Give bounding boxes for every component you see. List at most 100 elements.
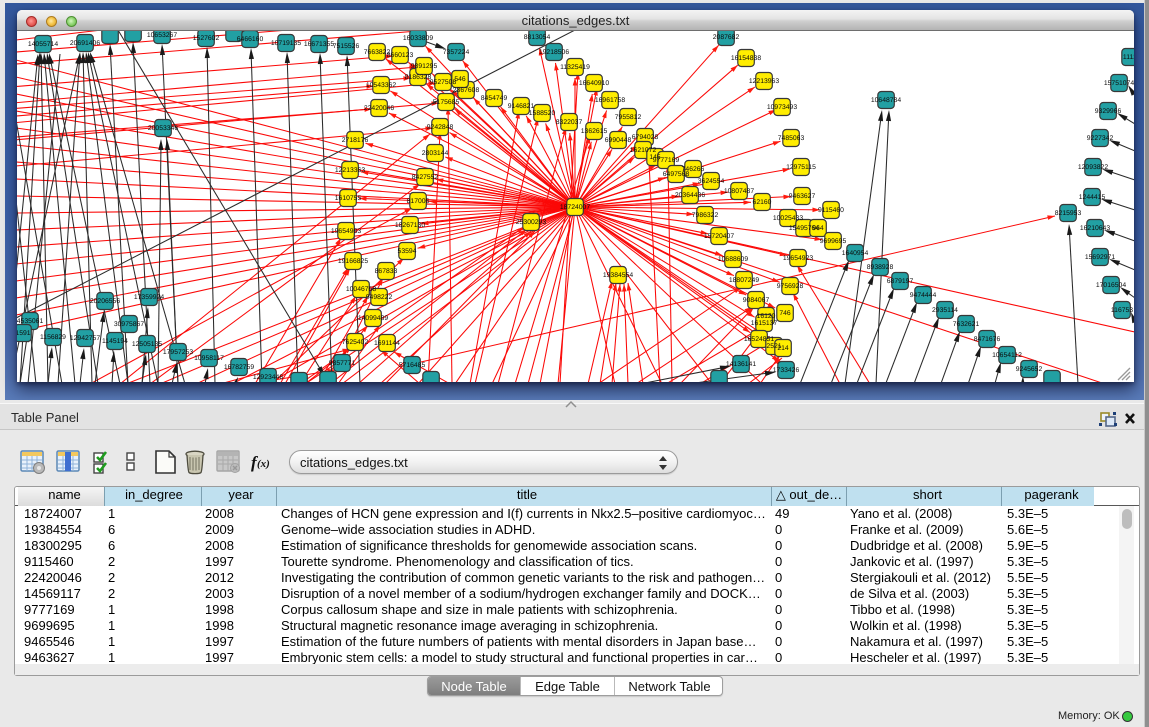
svg-text:11325419: 11325419 — [560, 64, 590, 71]
svg-text:2718176: 2718176 — [342, 137, 369, 144]
svg-text:18807249: 18807249 — [729, 277, 759, 284]
svg-text:20364436: 20364436 — [675, 192, 705, 199]
svg-text:9891295: 9891295 — [411, 63, 438, 70]
svg-text:7625402: 7625402 — [342, 339, 369, 346]
svg-text:15692971: 15692971 — [1085, 254, 1115, 261]
svg-text:16120: 16120 — [757, 313, 776, 320]
svg-text:19384554: 19384554 — [603, 272, 633, 279]
svg-text:17957253: 17957253 — [163, 349, 193, 356]
svg-text:2935114: 2935114 — [932, 307, 958, 314]
svg-text:1156829: 1156829 — [40, 334, 66, 341]
svg-text:10648784: 10648784 — [871, 97, 901, 104]
svg-text:7632621: 7632621 — [953, 321, 980, 328]
svg-text:12975115: 12975115 — [786, 164, 816, 171]
svg-text:16524851: 16524851 — [744, 336, 774, 343]
svg-text:8813054: 8813054 — [524, 34, 551, 41]
svg-text:12505135: 12505135 — [132, 341, 162, 348]
svg-text:9227342: 9227342 — [1087, 135, 1114, 142]
svg-text:16033809: 16033809 — [403, 35, 433, 42]
svg-text:8215953: 8215953 — [1055, 210, 1082, 217]
svg-text:1615137: 1615137 — [751, 320, 778, 327]
svg-text:19166825: 19166825 — [338, 258, 368, 265]
svg-text:30975867: 30975867 — [114, 321, 144, 328]
svg-text:6990448: 6990448 — [605, 137, 632, 144]
svg-text:1691144: 1691144 — [374, 340, 400, 347]
svg-text:8427552: 8427552 — [412, 174, 439, 181]
svg-text:7986322: 7986322 — [692, 212, 719, 219]
svg-text:10973493: 10973493 — [767, 104, 797, 111]
svg-text:16640910: 16640910 — [579, 80, 609, 87]
svg-text:(x): (x) — [257, 458, 270, 470]
svg-text:16671355: 16671355 — [304, 41, 334, 48]
svg-text:16961758: 16961758 — [595, 97, 625, 104]
svg-text:2367608: 2367608 — [453, 87, 480, 94]
svg-text:3624554: 3624554 — [698, 178, 725, 185]
svg-text:1527602: 1527602 — [193, 35, 220, 42]
svg-text:15720407: 15720407 — [704, 233, 734, 240]
svg-text:12213363: 12213363 — [335, 167, 365, 174]
svg-text:1244415: 1244415 — [1079, 194, 1106, 201]
svg-text:10543362: 10543362 — [366, 82, 396, 89]
svg-text:10958117: 10958117 — [194, 355, 224, 362]
svg-text:16782759: 16782759 — [224, 364, 254, 371]
svg-text:9699695: 9699695 — [820, 238, 847, 245]
svg-text:9115460: 9115460 — [818, 207, 844, 214]
svg-text:17016504: 17016504 — [1096, 282, 1126, 289]
svg-text:22420046: 22420046 — [364, 105, 394, 112]
svg-text:4535061: 4535061 — [17, 318, 43, 325]
svg-text:9245652: 9245652 — [1016, 366, 1043, 373]
svg-text:1610755: 1610755 — [335, 195, 362, 202]
svg-text:18724007: 18724007 — [560, 204, 590, 211]
svg-text:7955812: 7955812 — [615, 114, 642, 121]
svg-text:9242848: 9242848 — [427, 124, 454, 131]
svg-text:8454749: 8454749 — [481, 95, 508, 102]
svg-text:9777169: 9777169 — [653, 157, 680, 164]
svg-text:6879197: 6879197 — [887, 278, 914, 285]
svg-text:8471676: 8471676 — [974, 336, 1001, 343]
svg-text:8322037: 8322037 — [556, 119, 583, 126]
svg-text:9474444: 9474444 — [910, 292, 937, 299]
svg-text:10046768: 10046768 — [346, 286, 376, 293]
svg-text:6794028: 6794028 — [632, 134, 659, 141]
svg-text:20691406: 20691406 — [70, 40, 100, 47]
svg-text:1591: 1591 — [17, 330, 31, 337]
svg-text:17359924: 17359924 — [134, 294, 164, 301]
svg-text:1362615: 1362615 — [581, 128, 608, 135]
svg-text:19218506: 19218506 — [539, 49, 569, 56]
svg-text:1112: 1112 — [1123, 54, 1134, 61]
svg-text:1145194: 1145194 — [102, 338, 128, 345]
svg-text:9527508: 9527508 — [430, 79, 457, 86]
svg-text:9146821: 9146821 — [508, 103, 535, 110]
svg-text:10688609: 10688609 — [718, 256, 748, 263]
svg-text:2087682: 2087682 — [713, 34, 740, 41]
svg-text:25300293: 25300293 — [516, 219, 546, 226]
svg-text:7515526: 7515526 — [333, 43, 360, 50]
svg-text:2803144: 2803144 — [422, 150, 449, 157]
svg-text:10807487: 10807487 — [724, 188, 754, 195]
svg-text:15751074: 15751074 — [1104, 80, 1134, 87]
svg-text:1640954: 1640954 — [842, 250, 869, 257]
svg-text:16210643: 16210643 — [1080, 225, 1110, 232]
svg-text:9329966: 9329966 — [1095, 108, 1122, 115]
svg-text:8938928: 8938928 — [867, 264, 894, 271]
svg-text:14055714: 14055714 — [28, 41, 58, 48]
svg-text:9857771: 9857771 — [329, 360, 356, 367]
svg-text:1588520: 1588520 — [529, 110, 556, 117]
svg-text:10025433: 10025433 — [773, 215, 803, 222]
svg-text:9756928: 9756928 — [777, 283, 804, 290]
svg-text:10654112: 10654112 — [992, 352, 1022, 359]
svg-text:9498222: 9498222 — [366, 294, 393, 301]
svg-text:7485063: 7485063 — [778, 135, 805, 142]
svg-text:817006: 817006 — [407, 198, 430, 205]
svg-text:12923446: 12923446 — [253, 374, 283, 381]
svg-text:18267130: 18267130 — [395, 222, 425, 229]
svg-text:867833: 867833 — [375, 268, 398, 275]
svg-text:7357224: 7357224 — [443, 49, 470, 56]
svg-text:53594: 53594 — [398, 248, 417, 255]
svg-text:1733426: 1733426 — [773, 367, 800, 374]
svg-text:10653267: 10653267 — [147, 32, 177, 39]
svg-text:16154838: 16154838 — [731, 55, 761, 62]
svg-text:12942757: 12942757 — [70, 335, 100, 342]
svg-text:6466160: 6466160 — [237, 36, 264, 43]
svg-text:9084067: 9084067 — [743, 297, 770, 304]
